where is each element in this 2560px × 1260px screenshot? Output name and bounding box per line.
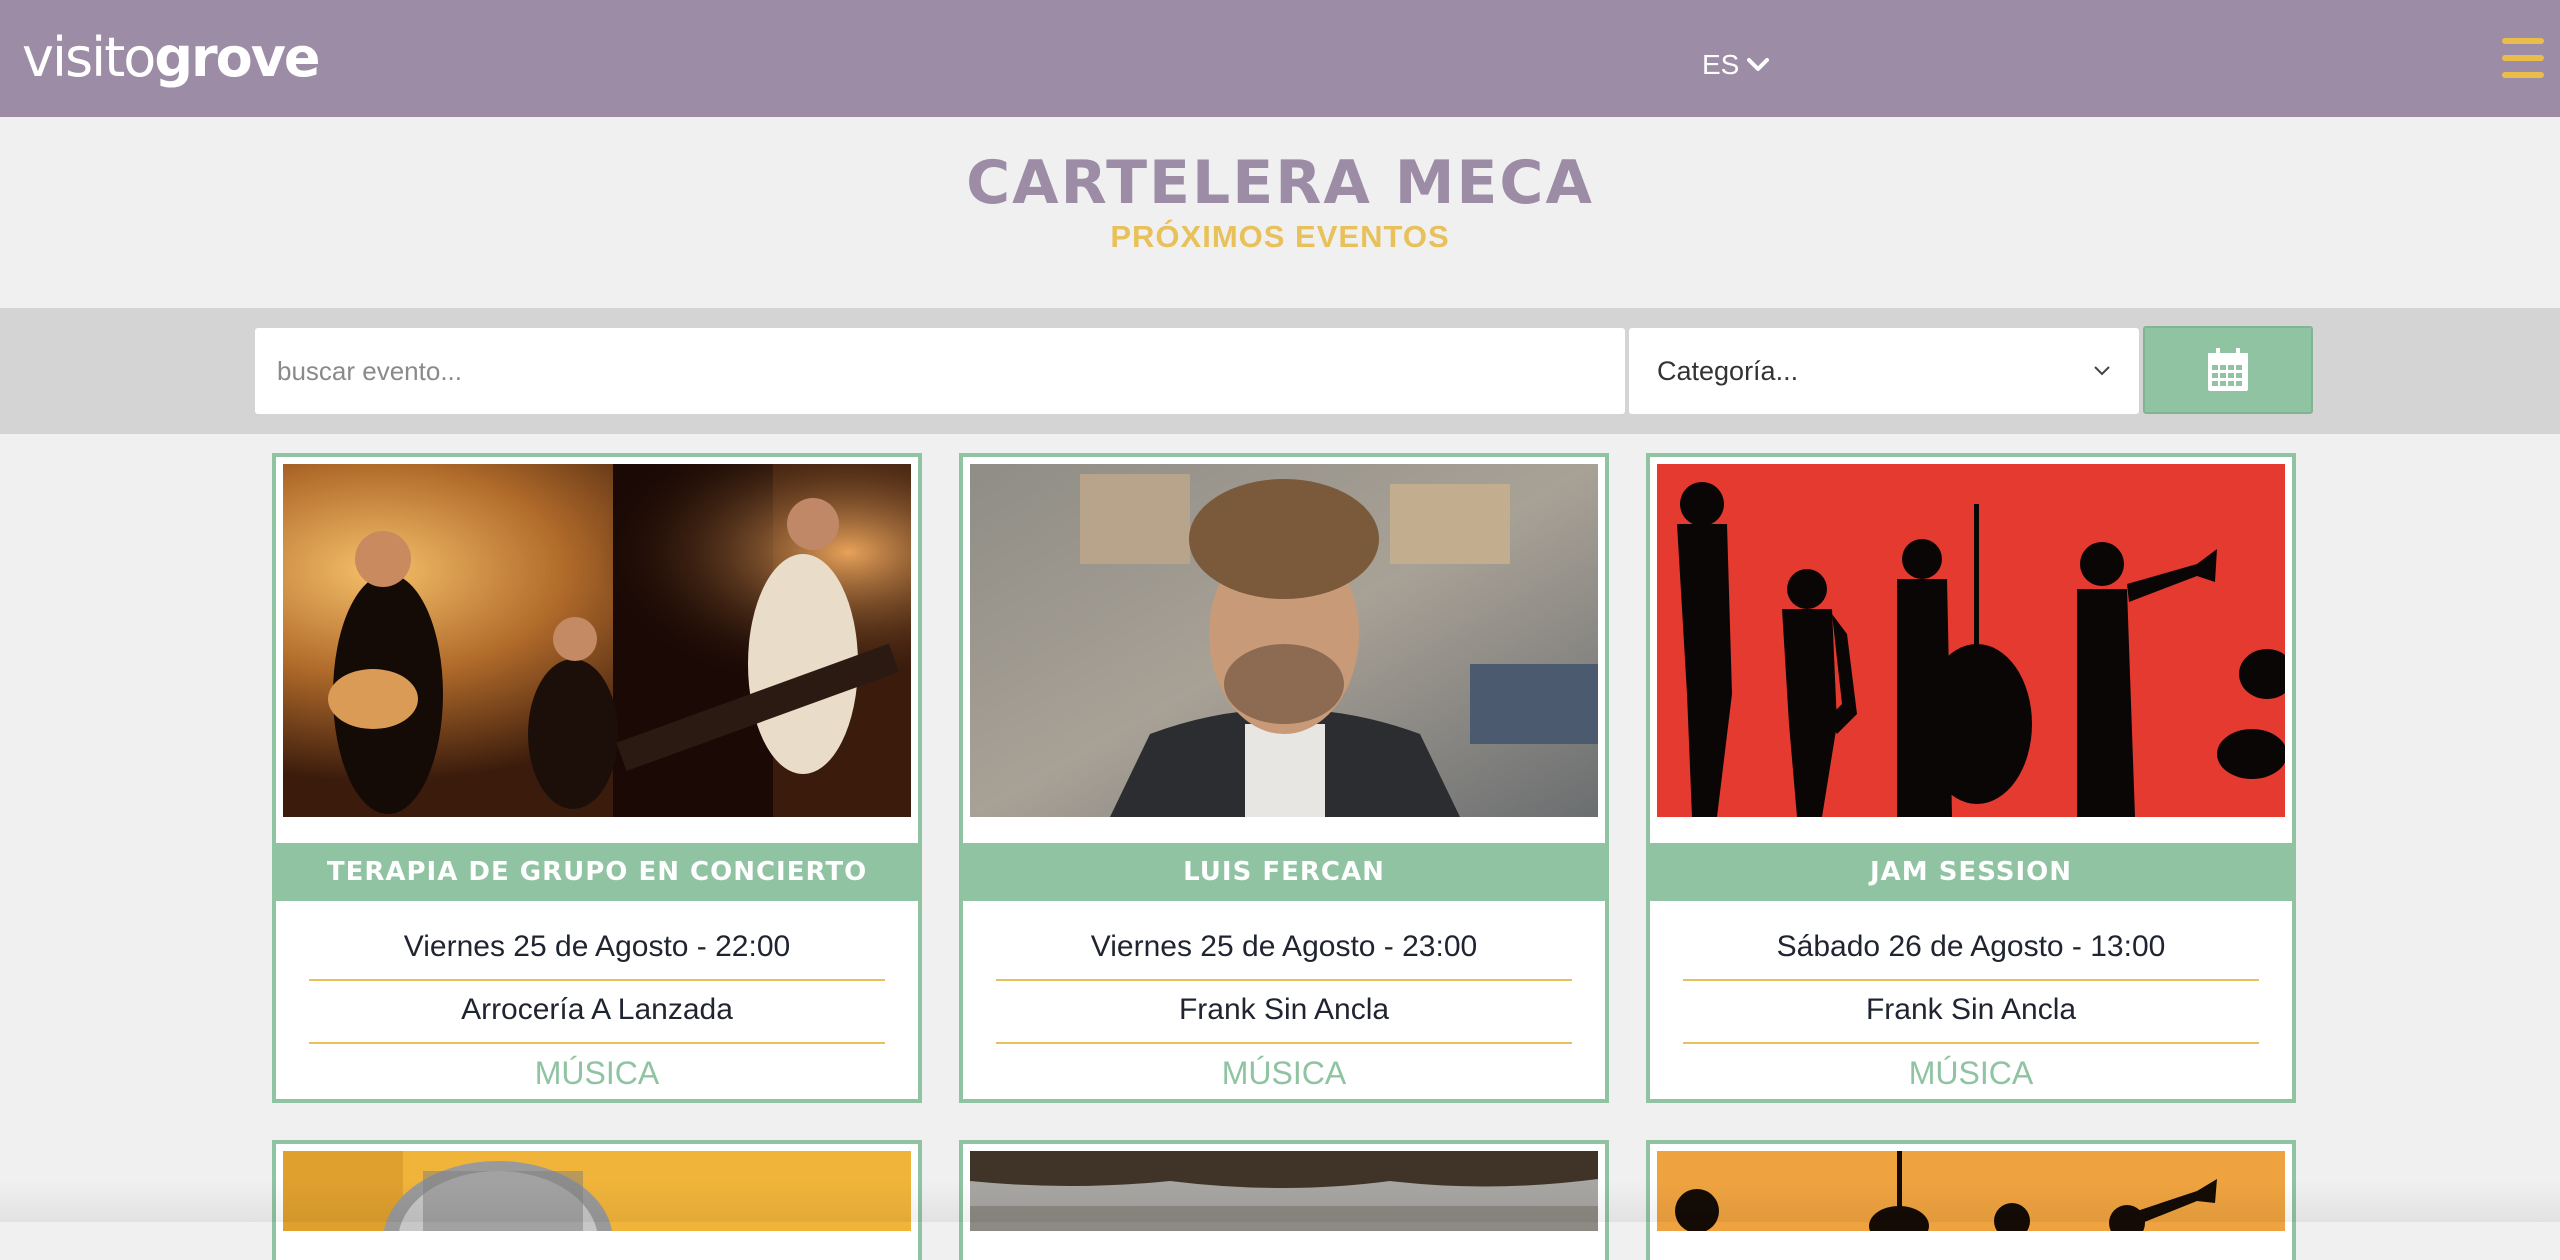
language-label: ES (1702, 49, 1740, 80)
top-navigation-bar: visitogrove ES (0, 0, 2560, 117)
event-image (970, 1151, 1598, 1231)
event-category[interactable]: MÚSICA (276, 1053, 918, 1093)
event-date: Viernes 25 de Agosto - 22:00 (403, 930, 791, 963)
event-card[interactable] (959, 1140, 1609, 1260)
calendar-button[interactable] (2143, 326, 2313, 414)
event-date: Viernes 25 de Agosto - 23:00 (1090, 930, 1478, 963)
hamburger-icon[interactable] (2502, 38, 2544, 78)
event-venue: Arrocería A Lanzada (461, 993, 733, 1026)
search-input[interactable] (255, 328, 1625, 414)
divider (309, 1042, 885, 1044)
category-select[interactable]: Categoría... (1629, 328, 2139, 414)
event-title: JAM SESSION (1650, 843, 2292, 901)
event-image (283, 464, 911, 817)
divider (996, 979, 1572, 981)
page-title: CARTELERA MECA (966, 148, 1594, 218)
divider (309, 979, 885, 981)
event-image (283, 1151, 911, 1231)
event-title: LUIS FERCAN (963, 843, 1605, 901)
event-card[interactable]: JAM SESSION Sábado 26 de Agosto - 13:00 … (1646, 453, 2296, 1103)
event-image (1657, 464, 2285, 817)
event-image (970, 464, 1598, 817)
event-image (1657, 1151, 2285, 1231)
event-venue: Frank Sin Ancla (1178, 993, 1390, 1026)
page-subtitle: PRÓXIMOS EVENTOS (1110, 219, 1450, 254)
event-card[interactable]: LUIS FERCAN Viernes 25 de Agosto - 23:00… (959, 453, 1609, 1103)
divider (996, 1042, 1572, 1044)
event-card[interactable]: TERAPIA DE GRUPO EN CONCIERTO Viernes 25… (272, 453, 922, 1103)
language-selector[interactable]: ES (1702, 48, 1770, 82)
divider (1683, 979, 2259, 981)
event-venue: Frank Sin Ancla (1865, 993, 2077, 1026)
event-date: Sábado 26 de Agosto - 13:00 (1776, 930, 2166, 963)
site-logo[interactable]: visitogrove (22, 22, 321, 94)
divider (1683, 1042, 2259, 1044)
event-card[interactable] (1646, 1140, 2296, 1260)
event-category[interactable]: MÚSICA (1650, 1053, 2292, 1093)
calendar-icon (2208, 348, 2248, 391)
event-category[interactable]: MÚSICA (963, 1053, 1605, 1093)
chevron-down-icon (2094, 366, 2110, 376)
event-card[interactable] (272, 1140, 922, 1260)
event-title: TERAPIA DE GRUPO EN CONCIERTO (276, 843, 918, 901)
chevron-down-icon (1747, 58, 1770, 71)
category-select-value: Categoría... (1657, 355, 1799, 386)
